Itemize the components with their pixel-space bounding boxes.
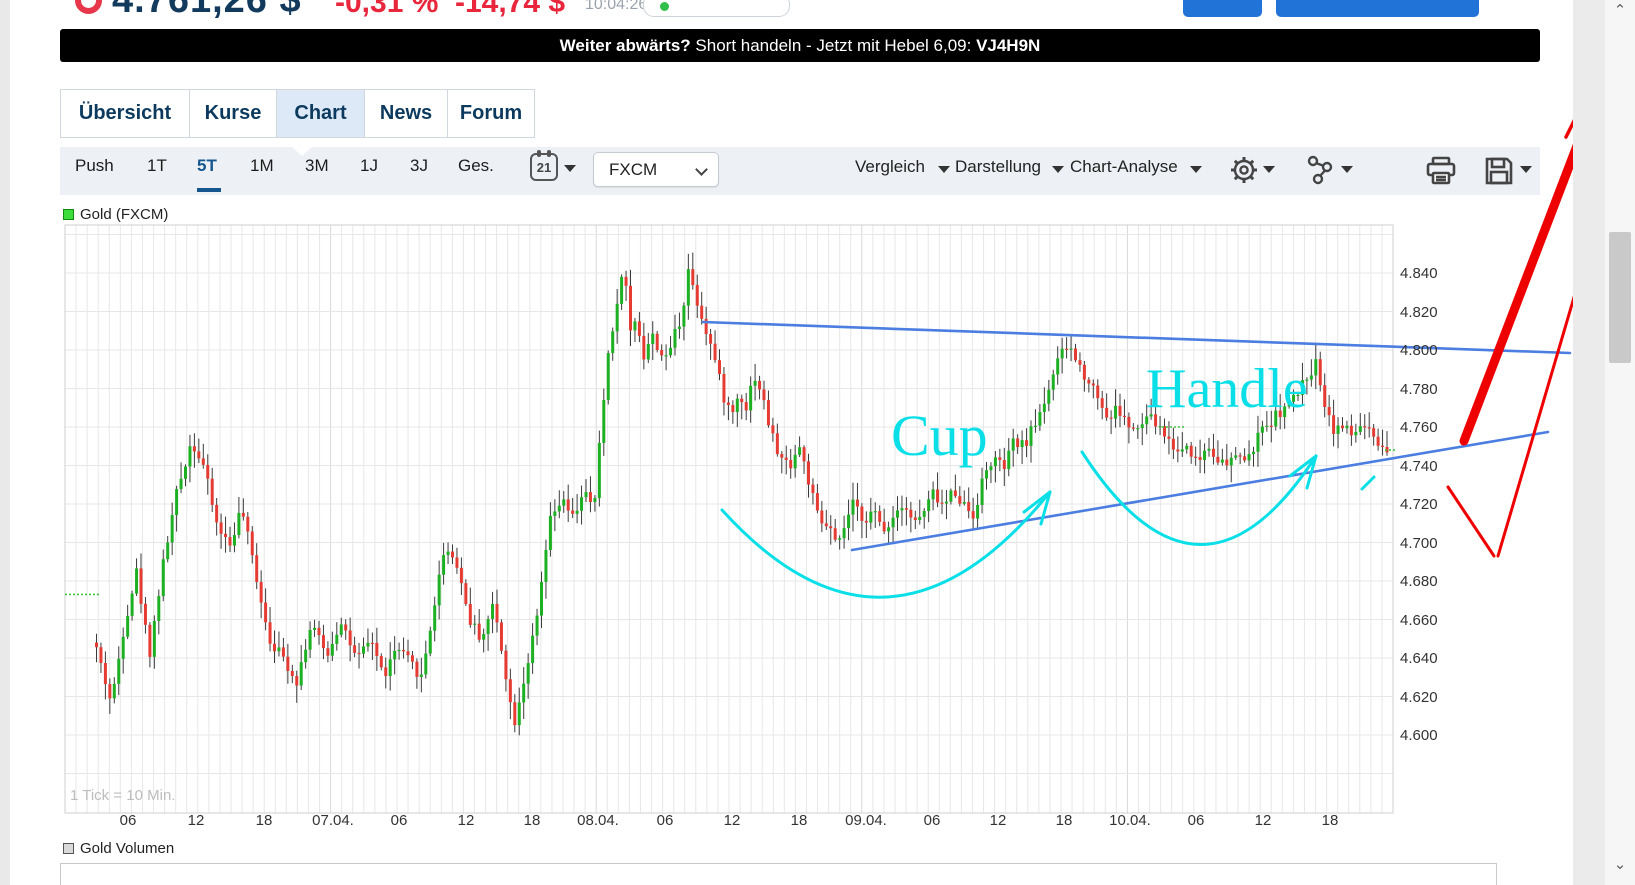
x-axis-label: 06 [656, 812, 674, 829]
x-axis-label: 18 [523, 812, 541, 829]
menu-darstellung[interactable]: Darstellung [955, 157, 1041, 177]
scrollbar-up-icon[interactable]: ⌃ [1611, 2, 1629, 20]
handle-annotation-label: Handle [1146, 358, 1308, 420]
x-axis-label: 06 [1187, 812, 1205, 829]
range-3j[interactable]: 3J [410, 156, 428, 176]
quote-timestamp: 10:04:26 [585, 0, 648, 13]
x-axis-label: 06 [923, 812, 941, 829]
promo-banner-code: VJ4H9N [976, 35, 1041, 55]
legend-gold-swatch-icon [63, 209, 74, 220]
y-axis-label: 4.600 [1400, 727, 1438, 744]
tab-kurse[interactable]: Kurse [190, 89, 277, 138]
price-chart-canvas[interactable] [0, 220, 1580, 840]
menu-vergleich[interactable]: Vergleich [855, 157, 925, 177]
header-action-button-1[interactable] [1183, 0, 1262, 17]
x-axis-label: 06 [390, 812, 408, 829]
tab-uebersicht[interactable]: Übersicht [60, 89, 190, 138]
save-disk-icon[interactable] [1482, 154, 1516, 193]
range-1t[interactable]: 1T [147, 156, 167, 176]
range-1j[interactable]: 1J [360, 156, 378, 176]
market-open-dot-icon [660, 2, 669, 11]
y-axis-label: 4.840 [1400, 265, 1438, 282]
vergleich-caret-icon[interactable] [938, 166, 950, 173]
x-axis-label: 12 [989, 812, 1007, 829]
y-axis-label: 4.680 [1400, 573, 1438, 590]
active-range-underline [197, 188, 221, 192]
y-axis-label: 4.720 [1400, 496, 1438, 513]
x-axis-label: 08.04. [577, 812, 619, 829]
x-axis-label: 10.04. [1109, 812, 1151, 829]
x-axis-label: 18 [1321, 812, 1339, 829]
price-change-absolute: -14,74 $ [455, 0, 566, 19]
range-ges[interactable]: Ges. [458, 156, 494, 176]
y-axis-label: 4.760 [1400, 419, 1438, 436]
promo-banner[interactable]: Weiter abwärts? Short handeln - Jetzt mi… [60, 29, 1540, 62]
legend-volume[interactable]: Gold Volumen [63, 840, 174, 857]
y-axis-label: 4.640 [1400, 650, 1438, 667]
x-axis-label: 12 [1254, 812, 1272, 829]
legend-volume-swatch-icon [63, 843, 74, 854]
page: 4.761,26 $ -0,31 % -14,74 $ 10:04:26 Wei… [0, 0, 1635, 885]
range-push[interactable]: Push [75, 156, 114, 176]
share-caret-icon[interactable] [1341, 166, 1353, 173]
market-status-box[interactable] [643, 0, 790, 17]
share-network-icon[interactable] [1303, 154, 1335, 191]
tab-news[interactable]: News [365, 89, 448, 138]
scrollbar-down-icon[interactable]: ⌄ [1611, 856, 1629, 874]
y-axis-label: 4.800 [1400, 342, 1438, 359]
settings-caret-icon[interactable] [1263, 166, 1275, 173]
x-axis-label: 12 [457, 812, 475, 829]
instrument-price: 4.761,26 $ [112, 0, 302, 21]
candlestick-layer [95, 252, 1389, 736]
range-5t[interactable]: 5T [197, 156, 217, 176]
volume-chart-box [60, 863, 1497, 885]
scrollbar-thumb[interactable] [1609, 232, 1631, 363]
handle-arc-head [1360, 475, 1376, 491]
settings-gear-icon[interactable] [1228, 154, 1260, 191]
tab-chart[interactable]: Chart [277, 89, 365, 138]
y-axis-label: 4.780 [1400, 380, 1438, 398]
promo-banner-lead: Weiter abwärts? [559, 35, 691, 55]
y-axis-label: 4.660 [1400, 611, 1438, 629]
active-tab-notch [292, 147, 312, 156]
y-axis-label: 4.820 [1400, 303, 1438, 321]
page-gutter-right [1573, 0, 1605, 885]
price-change-percent: -0,31 % [335, 0, 439, 19]
chart-analyse-caret-icon[interactable] [1190, 166, 1202, 173]
x-axis-label: 12 [723, 812, 741, 829]
header-action-button-2[interactable] [1276, 0, 1479, 17]
x-axis-label: 18 [1055, 812, 1073, 829]
range-1m[interactable]: 1M [250, 156, 274, 176]
tab-forum[interactable]: Forum [448, 89, 535, 138]
x-axis-label: 07.04. [312, 812, 354, 829]
tick-note: 1 Tick = 10 Min. [70, 787, 176, 804]
calendar-icon[interactable]: 21 [530, 150, 558, 181]
x-axis-label: 09.04. [845, 812, 887, 829]
page-gutter-left [0, 0, 10, 885]
browser-scrollbar[interactable] [1605, 0, 1635, 885]
x-axis-label: 12 [187, 812, 205, 829]
x-axis-label: 18 [255, 812, 273, 829]
y-axis-label: 4.620 [1400, 688, 1438, 706]
range-3m[interactable]: 3M [305, 156, 329, 176]
promo-banner-text: Short handeln - Jetzt mit Hebel 6,09: [690, 35, 977, 55]
save-caret-icon[interactable] [1520, 166, 1532, 173]
menu-chart-analyse[interactable]: Chart-Analyse [1070, 157, 1178, 177]
x-axis-label: 06 [119, 812, 137, 829]
printer-icon[interactable] [1424, 154, 1458, 193]
instrument-logo-icon [75, 0, 102, 14]
calendar-caret-icon[interactable] [564, 165, 576, 172]
y-axis-label: 4.700 [1400, 534, 1438, 552]
x-axis-label: 18 [790, 812, 808, 829]
darstellung-caret-icon[interactable] [1052, 166, 1064, 173]
trendline-descending-resistance [701, 320, 1572, 355]
y-axis-label: 4.740 [1400, 457, 1438, 475]
cup-annotation-label: Cup [891, 403, 988, 468]
